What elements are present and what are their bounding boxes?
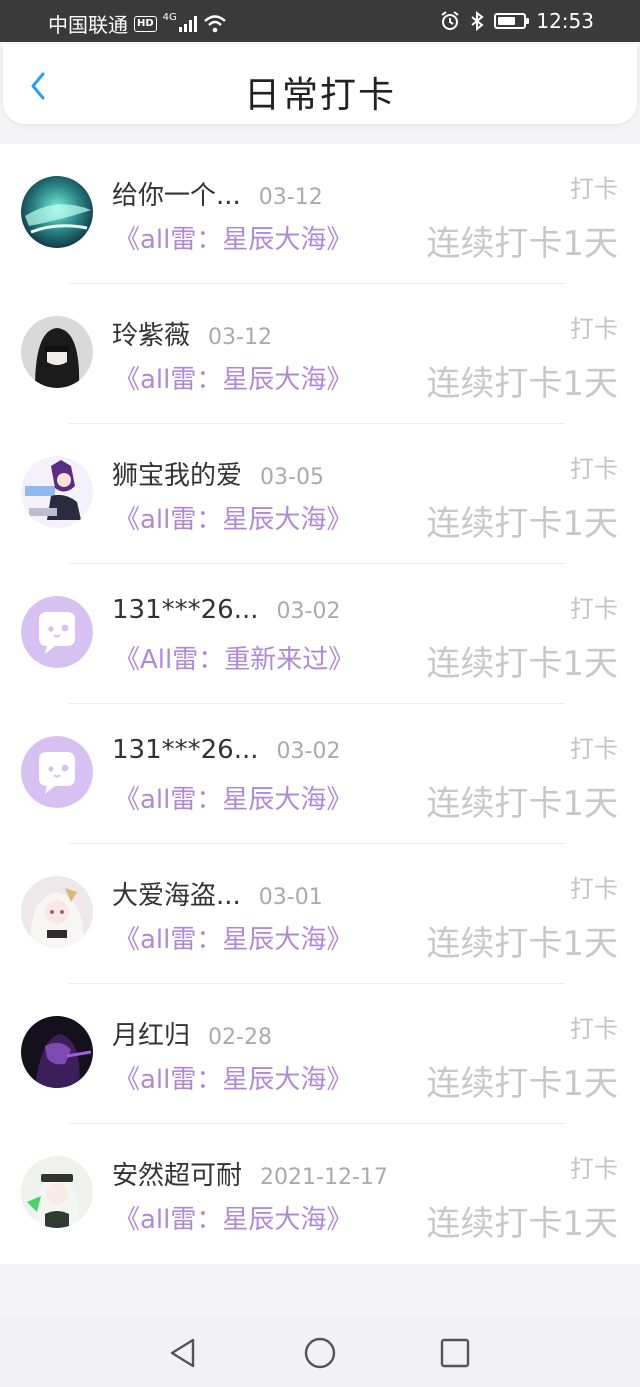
user-name: 131***26... 03-02 — [112, 735, 340, 765]
page-title: 日常打卡 — [243, 75, 396, 116]
list-item[interactable]: 狮宝我的爱 03-05 《all雷：星辰大海》 打卡连续打卡1天 — [0, 424, 640, 564]
checkin-date: 2021-12-17 — [260, 1165, 388, 1190]
checkin-date: 02-28 — [208, 1025, 272, 1050]
checkin-tag: 打卡 — [570, 875, 618, 903]
list-item[interactable]: 给你一个... 03-12 《all雷：星辰大海》 打卡连续打卡1天 — [0, 144, 640, 284]
network-type: 4G — [162, 12, 177, 23]
user-name-text: 大爱海盗... — [112, 881, 241, 911]
user-name: 给你一个... 03-12 — [112, 175, 323, 212]
checkin-tag: 打卡 — [570, 1155, 618, 1183]
book-title[interactable]: 《all雷：星辰大海》 — [114, 499, 352, 536]
carrier-label: 中国联通 — [48, 13, 128, 37]
checkin-list: 给你一个... 03-12 《all雷：星辰大海》 打卡 连续打卡1天 玲紫薇 03-12 《… — [0, 144, 640, 1264]
avatar-image — [21, 876, 93, 948]
bluetooth-icon — [471, 11, 484, 31]
checkin-tag: 打卡 — [570, 175, 618, 203]
user-name: 狮宝我的爱 03-05 — [112, 455, 324, 492]
wifi-icon — [203, 14, 226, 32]
list-item[interactable]: 131***26... 03-02 《All雷：重新来过》 打卡连续打卡1天 — [0, 564, 640, 704]
user-name-text: 月红归 — [112, 1021, 191, 1051]
avatar[interactable] — [21, 876, 93, 948]
user-name: 大爱海盗... 03-01 — [112, 875, 323, 912]
book-title[interactable]: 《All雷：重新来过》 — [114, 639, 354, 676]
user-name-text: 给你一个... — [112, 181, 241, 211]
streak-text: 连续打卡1天 — [426, 924, 618, 964]
list-item[interactable]: 月红归 02-28 《all雷：星辰大海》 打卡连续打卡1天 — [0, 984, 640, 1124]
avatar[interactable] — [21, 316, 93, 388]
avatar-image — [21, 1156, 93, 1228]
streak-text: 连续打卡1天 — [426, 1064, 618, 1104]
book-title[interactable]: 《all雷：星辰大海》 — [114, 1199, 352, 1236]
checkin-date: 03-02 — [276, 599, 341, 624]
system-nav-bar — [0, 1317, 640, 1387]
list-item[interactable]: 安然超可耐 2021-12-17 《all雷：星辰大海》 打卡连续打卡1天 — [0, 1124, 640, 1264]
nav-home-button[interactable] — [303, 1336, 337, 1370]
avatar[interactable] — [21, 596, 93, 668]
user-name-text: 安然超可耐 — [112, 1161, 243, 1191]
checkin-tag: 打卡 — [570, 1015, 618, 1043]
streak-text: 连续打卡1天 — [426, 224, 618, 264]
checkin-date: 03-12 — [208, 325, 272, 350]
user-name: 玲紫薇 03-12 — [112, 315, 272, 352]
checkin-tag: 打卡 — [570, 455, 618, 483]
status-bar: 中国联通 HD 4G 12:53 — [0, 0, 640, 42]
nav-back-button[interactable] — [166, 1336, 200, 1370]
user-name-text: 狮宝我的爱 — [112, 461, 243, 491]
clock: 12:53 — [536, 9, 594, 33]
checkin-tag: 打卡 — [570, 735, 618, 763]
checkin-date: 03-01 — [258, 885, 323, 910]
square-recent-icon — [440, 1338, 470, 1368]
book-title[interactable]: 《all雷：星辰大海》 — [114, 779, 352, 816]
streak-text: 连续打卡1天 — [426, 364, 618, 404]
battery-icon — [494, 13, 530, 29]
hd-badge: HD — [134, 15, 157, 32]
avatar[interactable] — [21, 176, 93, 248]
avatar[interactable] — [21, 1156, 93, 1228]
book-title[interactable]: 《all雷：星辰大海》 — [114, 359, 352, 396]
user-name: 131***26... 03-02 — [112, 595, 340, 625]
signal-icon — [178, 15, 197, 32]
checkin-date: 03-02 — [276, 739, 341, 764]
avatar[interactable] — [21, 736, 93, 808]
nav-recent-button[interactable] — [438, 1336, 472, 1370]
book-title[interactable]: 《all雷：星辰大海》 — [114, 919, 352, 956]
book-title[interactable]: 《all雷：星辰大海》 — [114, 219, 352, 256]
avatar[interactable] — [21, 456, 93, 528]
page-header: 日常打卡 — [3, 44, 637, 124]
book-title[interactable]: 《all雷：星辰大海》 — [114, 1059, 352, 1096]
streak-text: 连续打卡1天 — [426, 784, 618, 824]
avatar-image — [21, 456, 93, 528]
default-avatar-icon — [21, 736, 93, 808]
list-item[interactable]: 131***26... 03-02 《all雷：星辰大海》 打卡连续打卡1天 — [0, 704, 640, 844]
streak-text: 连续打卡1天 — [426, 644, 618, 684]
circle-home-icon — [304, 1337, 336, 1369]
user-name-text: 131***26... — [112, 735, 259, 765]
checkin-date: 03-05 — [260, 465, 324, 490]
default-avatar-icon — [21, 596, 93, 668]
user-name: 安然超可耐 2021-12-17 — [112, 1155, 388, 1192]
checkin-tag: 打卡 — [570, 595, 618, 623]
user-name-text: 玲紫薇 — [112, 321, 191, 351]
list-item[interactable]: 玲紫薇 03-12 《all雷：星辰大海》 打卡连续打卡1天 — [0, 284, 640, 424]
user-name: 月红归 02-28 — [112, 1015, 272, 1052]
streak-text: 连续打卡1天 — [426, 504, 618, 544]
avatar-image — [21, 176, 93, 248]
checkin-tag: 打卡 — [570, 315, 618, 343]
avatar-image — [21, 316, 93, 388]
alarm-icon — [441, 11, 459, 30]
list-item[interactable]: 大爱海盗... 03-01 《all雷：星辰大海》 打卡连续打卡1天 — [0, 844, 640, 984]
user-name-text: 131***26... — [112, 595, 259, 625]
avatar[interactable] — [21, 1016, 93, 1088]
streak-text: 连续打卡1天 — [426, 1204, 618, 1244]
checkin-date: 03-12 — [258, 185, 323, 210]
avatar-image — [21, 1016, 93, 1088]
triangle-back-icon — [170, 1338, 195, 1368]
